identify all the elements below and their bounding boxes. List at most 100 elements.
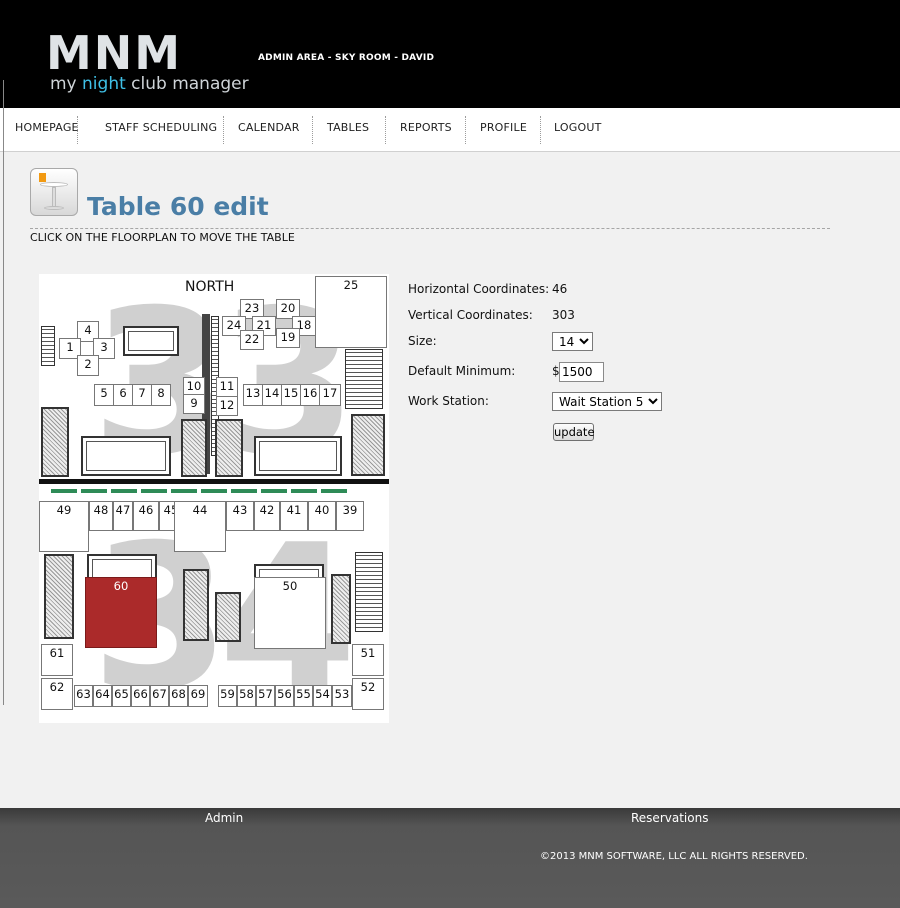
table-65[interactable]: 65: [112, 685, 131, 707]
site-footer: Admin Reservations ©2013 MNM SOFTWARE, L…: [0, 808, 900, 908]
table-46[interactable]: 46: [133, 501, 159, 531]
table-14[interactable]: 14: [262, 384, 282, 406]
nav-logout[interactable]: LOGOUT: [554, 108, 602, 152]
mnm-logo[interactable]: MNM my night club manager: [46, 26, 249, 98]
upper-booths-left: [81, 436, 171, 476]
table-44[interactable]: 44: [174, 501, 226, 552]
default-minimum-label: Default Minimum:: [408, 364, 516, 378]
table-61[interactable]: 61: [41, 644, 73, 676]
table-64[interactable]: 64: [93, 685, 112, 707]
upper-mid-room-a: [181, 419, 207, 477]
left-border-line: [3, 80, 4, 705]
table-68[interactable]: 68: [169, 685, 188, 707]
table-51[interactable]: 51: [352, 644, 384, 676]
table-47[interactable]: 47: [113, 501, 133, 531]
horizontal-coordinates-value: 46: [552, 282, 568, 296]
copyright-text: ©2013 MNM SOFTWARE, LLC ALL RIGHTS RESER…: [540, 851, 808, 862]
table-50[interactable]: 50: [254, 577, 326, 649]
nav-separator: [77, 116, 78, 144]
upper-right-room: [351, 414, 385, 476]
default-minimum-input[interactable]: [559, 362, 604, 382]
table-53[interactable]: 53: [332, 685, 352, 707]
table-2[interactable]: 2: [77, 355, 99, 376]
admin-area-label: ADMIN AREA - SKY ROOM - DAVID: [258, 53, 435, 63]
table-9[interactable]: 9: [183, 394, 205, 414]
table-57[interactable]: 57: [256, 685, 275, 707]
nav-calendar[interactable]: CALENDAR: [238, 108, 300, 152]
table-54[interactable]: 54: [313, 685, 332, 707]
lower-mid-room-b: [215, 592, 241, 642]
table-48[interactable]: 48: [89, 501, 113, 531]
footer-admin-link[interactable]: Admin: [205, 811, 243, 825]
upper-left-stairs: [41, 326, 55, 366]
table-5[interactable]: 5: [94, 384, 114, 406]
table-15[interactable]: 15: [281, 384, 301, 406]
table-58[interactable]: 58: [237, 685, 256, 707]
lower-left-room: [44, 554, 74, 639]
table-11[interactable]: 11: [216, 377, 238, 397]
update-button[interactable]: update: [553, 423, 595, 441]
table-17[interactable]: 17: [319, 384, 341, 406]
nav-separator: [312, 116, 313, 144]
table-55[interactable]: 55: [294, 685, 313, 707]
vertical-coordinates-label: Vertical Coordinates:: [408, 308, 533, 322]
nav-separator: [540, 116, 541, 144]
table-42[interactable]: 42: [254, 501, 280, 531]
table-base-shape: [44, 206, 64, 210]
horizontal-coordinates-label: Horizontal Coordinates:: [408, 282, 550, 296]
upper-booths-right: [254, 436, 342, 476]
light-strip: [51, 489, 351, 493]
tagline-pre: my: [50, 74, 83, 94]
title-divider: [30, 228, 830, 229]
table-43[interactable]: 43: [226, 501, 254, 531]
table-7[interactable]: 7: [132, 384, 152, 406]
table-22[interactable]: 22: [240, 330, 264, 350]
upper-mid-room-b: [215, 419, 243, 477]
nav-profile[interactable]: PROFILE: [480, 108, 527, 152]
logo-tagline: my night club manager: [50, 74, 249, 94]
table-39[interactable]: 39: [336, 501, 364, 531]
nav-reports[interactable]: REPORTS: [400, 108, 452, 152]
nav-tables[interactable]: TABLES: [327, 108, 369, 152]
nav-staff-scheduling[interactable]: STAFF SCHEDULING: [105, 108, 217, 152]
work-station-select[interactable]: Wait Station 5: [552, 392, 662, 411]
table-66[interactable]: 66: [131, 685, 150, 707]
footer-reservations-link[interactable]: Reservations: [631, 811, 708, 825]
table-12[interactable]: 12: [216, 396, 238, 416]
nav-separator: [465, 116, 466, 144]
nav-separator: [223, 116, 224, 144]
vertical-coordinates-value: 303: [552, 308, 575, 322]
table-25[interactable]: 25: [315, 276, 387, 348]
upper-left-room: [41, 407, 69, 477]
table-60[interactable]: 60: [85, 577, 157, 648]
table-6[interactable]: 6: [113, 384, 133, 406]
table-56[interactable]: 56: [275, 685, 294, 707]
table-41[interactable]: 41: [280, 501, 308, 531]
floorplan-canvas[interactable]: 33 34 NORTH 25 23 20 24 21 18 22 19 4 1 …: [39, 274, 389, 723]
nav-homepage[interactable]: HOMEPAGE: [15, 108, 79, 152]
nav-separator: [385, 116, 386, 144]
main-nav: HOMEPAGE STAFF SCHEDULING CALENDAR TABLE…: [0, 108, 900, 152]
table-49[interactable]: 49: [39, 501, 89, 552]
table-52[interactable]: 52: [352, 678, 384, 710]
logo-letters: MNM: [46, 26, 183, 80]
table-13[interactable]: 13: [243, 384, 263, 406]
table-63[interactable]: 63: [74, 685, 93, 707]
lower-right-room: [331, 574, 351, 644]
size-label: Size:: [408, 334, 437, 348]
table-59[interactable]: 59: [218, 685, 237, 707]
table-67[interactable]: 67: [150, 685, 169, 707]
page-title: Table 60 edit: [87, 192, 269, 221]
upper-bar-counter: [123, 326, 179, 356]
table-40[interactable]: 40: [308, 501, 336, 531]
site-header: MNM my night club manager ADMIN AREA - S…: [0, 0, 900, 108]
table-16[interactable]: 16: [300, 384, 320, 406]
table-69[interactable]: 69: [188, 685, 208, 707]
size-select[interactable]: 14: [552, 332, 593, 351]
section-divider: [39, 479, 389, 484]
table-62[interactable]: 62: [41, 678, 73, 710]
north-label: NORTH: [185, 279, 235, 295]
table-8[interactable]: 8: [151, 384, 171, 406]
lower-mid-room-a: [183, 569, 209, 641]
table-19[interactable]: 19: [276, 328, 300, 348]
